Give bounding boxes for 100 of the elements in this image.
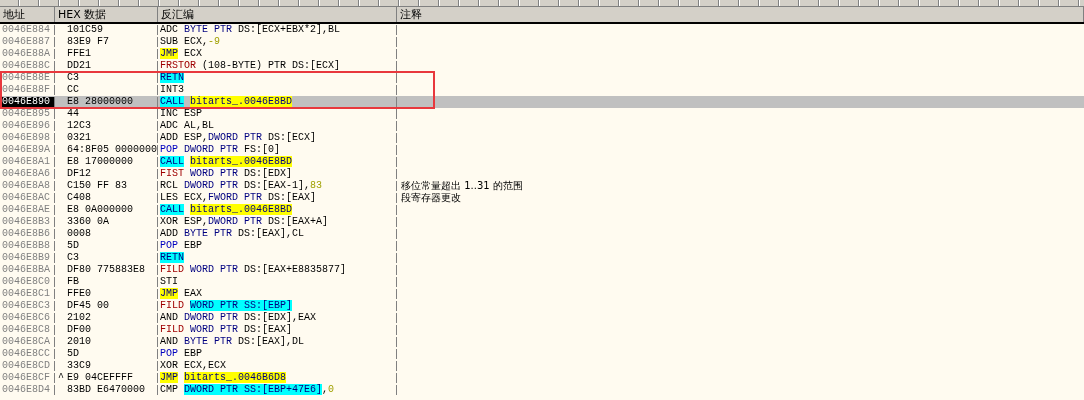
hex-cell-text: C3	[66, 253, 79, 263]
hex-cell-text: 2102	[66, 313, 91, 323]
address-cell: 0046E895	[0, 109, 55, 119]
address-cell: 0046E8B9	[0, 253, 55, 263]
address-cell: 0046E8AC	[0, 193, 55, 203]
disassembly-cell: CALL bitarts_.0046E8BD	[158, 157, 397, 167]
address-cell: 0046E8CD	[0, 361, 55, 371]
column-header[interactable]: 注释	[397, 7, 1084, 22]
disassembly-cell: CALL bitarts_.0046E8BD	[158, 205, 397, 215]
address-cell: 0046E8A1	[0, 157, 55, 167]
disassembly-cell: RCL DWORD PTR DS:[EAX-1],83	[158, 181, 397, 191]
address-cell: 0046E88C	[0, 61, 55, 71]
address-cell: 0046E8B8	[0, 241, 55, 251]
hex-cell-text: FFE0	[66, 289, 91, 299]
disassembly-cell: AND DWORD PTR DS:[EDX],EAX	[158, 313, 397, 323]
column-header[interactable]: HEX 数据	[55, 7, 158, 22]
disassembly-cell: AND BYTE PTR DS:[EAX],DL	[158, 337, 397, 347]
hex-cell-text: 5D	[66, 241, 79, 251]
hex-cell-text: E8 17000000	[66, 157, 133, 167]
disassembly-cell: XOR ECX,ECX	[158, 361, 397, 371]
hex-cell-text: 33C9	[66, 361, 91, 371]
disassembly-cell: POP EBP	[158, 241, 397, 251]
comment-cell-text: 移位常量超出 1..31 的范围	[400, 181, 524, 191]
address-cell: 0046E898	[0, 133, 55, 143]
column-header[interactable]: 反汇编	[158, 7, 397, 22]
disassembly-cell: FILD WORD PTR SS:[EBP]	[158, 301, 397, 311]
hex-cell-text: 3360 0A	[66, 217, 109, 227]
hex-cell-text: CC	[66, 85, 79, 95]
address-cell: 0046E8CA	[0, 337, 55, 347]
hex-cell-text: 0008	[66, 229, 91, 239]
disassembly-cell: FILD WORD PTR DS:[EAX+E8835877]	[158, 265, 397, 275]
column-header[interactable]: 地址	[0, 7, 55, 22]
hex-cell-text: FFE1	[66, 49, 91, 59]
address-cell: 0046E884	[0, 25, 55, 35]
address-cell: 0046E8B3	[0, 217, 55, 227]
disassembly-cell: RETN	[158, 253, 397, 263]
hex-cell-text: DF12	[66, 169, 91, 179]
address-cell: 0046E8C8	[0, 325, 55, 335]
comment-cell-text: 段寄存器更改	[400, 193, 462, 203]
disassembly-cell: JMP ECX	[158, 49, 397, 59]
hex-cell-text: FB	[66, 277, 79, 287]
hex-cell-text: 44	[66, 109, 79, 119]
address-cell: 0046E8A8	[0, 181, 55, 191]
disassembly-cell: LES ECX,FWORD PTR DS:[EAX]	[158, 193, 397, 203]
address-cell: 0046E8C1	[0, 289, 55, 299]
disassembly-cell: ADC BYTE PTR DS:[ECX+EBX*2],BL	[158, 25, 397, 35]
disassembly-cell: JMP EAX	[158, 289, 397, 299]
disassembly-cell: JMP bitarts_.0046B6D8	[158, 373, 397, 383]
hex-cell-text: E8 28000000	[66, 97, 133, 107]
hex-cell-text: 12C3	[66, 121, 91, 131]
hex-cell-text: DF00	[66, 325, 91, 335]
disassembly-cell: CMP DWORD PTR SS:[EBP+47E6],0	[158, 385, 397, 395]
address-cell: 0046E8C3	[0, 301, 55, 311]
disassembly-cell: INT3	[158, 85, 397, 95]
disassembly-cell: FILD WORD PTR DS:[EAX]	[158, 325, 397, 335]
disassembly-cell: CALL bitarts_.0046E8BD	[158, 97, 397, 107]
jump-mark: ^	[57, 373, 65, 383]
hex-cell-text: DF45 00	[66, 301, 109, 311]
selected-row[interactable]: 0046E890 E8 28000000 CALL bitarts_.0046E8BD	[0, 96, 1084, 108]
address-cell: 0046E8C0	[0, 277, 55, 287]
disassembly-cell: ADD ESP,DWORD PTR DS:[ECX]	[158, 133, 397, 143]
address-cell: 0046E88F	[0, 85, 55, 95]
hex-cell-text: 83BD E6470000	[66, 385, 145, 395]
hex-cell-text: 0321	[66, 133, 91, 143]
address-cell: 0046E88A	[0, 49, 55, 59]
address-cell: 0046E8AE	[0, 205, 55, 215]
hex-cell-text: 83E9 F7	[66, 37, 109, 47]
hex-cell-text: C408	[66, 193, 91, 203]
hex-cell-text: DF80 775883E8	[66, 265, 145, 275]
address-cell: 0046E8A6	[0, 169, 55, 179]
address-cell: 0046E890	[0, 97, 55, 107]
address-cell: 0046E887	[0, 37, 55, 47]
address-cell: 0046E8BA	[0, 265, 55, 275]
disassembly-cell: POP EBP	[158, 349, 397, 359]
disassembly-cell: ADC AL,BL	[158, 121, 397, 131]
disassembly-cell: FIST WORD PTR DS:[EDX]	[158, 169, 397, 179]
hex-cell-text: 101C59	[66, 25, 103, 35]
disassembly-cell: ADD BYTE PTR DS:[EAX],CL	[158, 229, 397, 239]
disassembly-cell: POP DWORD PTR FS:[0]	[158, 145, 397, 155]
address-cell: 0046E88E	[0, 73, 55, 83]
disassembly-cell: STI	[158, 277, 397, 287]
disassembly-cell: RETN	[158, 73, 397, 83]
address-cell: 0046E896	[0, 121, 55, 131]
hex-cell-text: 2010	[66, 337, 91, 347]
hex-cell-text: C3	[66, 73, 79, 83]
disassembly-cell: XOR ESP,DWORD PTR DS:[EAX+A]	[158, 217, 397, 227]
address-cell: 0046E8CF	[0, 373, 55, 383]
address-cell: 0046E8B6	[0, 229, 55, 239]
hex-cell-text: C150 FF 83	[66, 181, 127, 191]
disassembly-cell: SUB ECX,-9	[158, 37, 397, 47]
disassembly-cell: INC ESP	[158, 109, 397, 119]
address-cell: 0046E89A	[0, 145, 55, 155]
hex-cell-text: E8 0A000000	[66, 205, 133, 215]
address-cell: 0046E8C6	[0, 313, 55, 323]
disassembly-cell: FRSTOR (108-BYTE) PTR DS:[ECX]	[158, 61, 397, 71]
hex-cell: E9 04CEFFFF	[67, 373, 133, 383]
address-cell: 0046E8D4	[0, 385, 55, 395]
address-cell: 0046E8CC	[0, 349, 55, 359]
hex-cell-text: DD21	[66, 61, 91, 71]
hex-cell-text: 64:8F05 0000000	[66, 145, 157, 155]
